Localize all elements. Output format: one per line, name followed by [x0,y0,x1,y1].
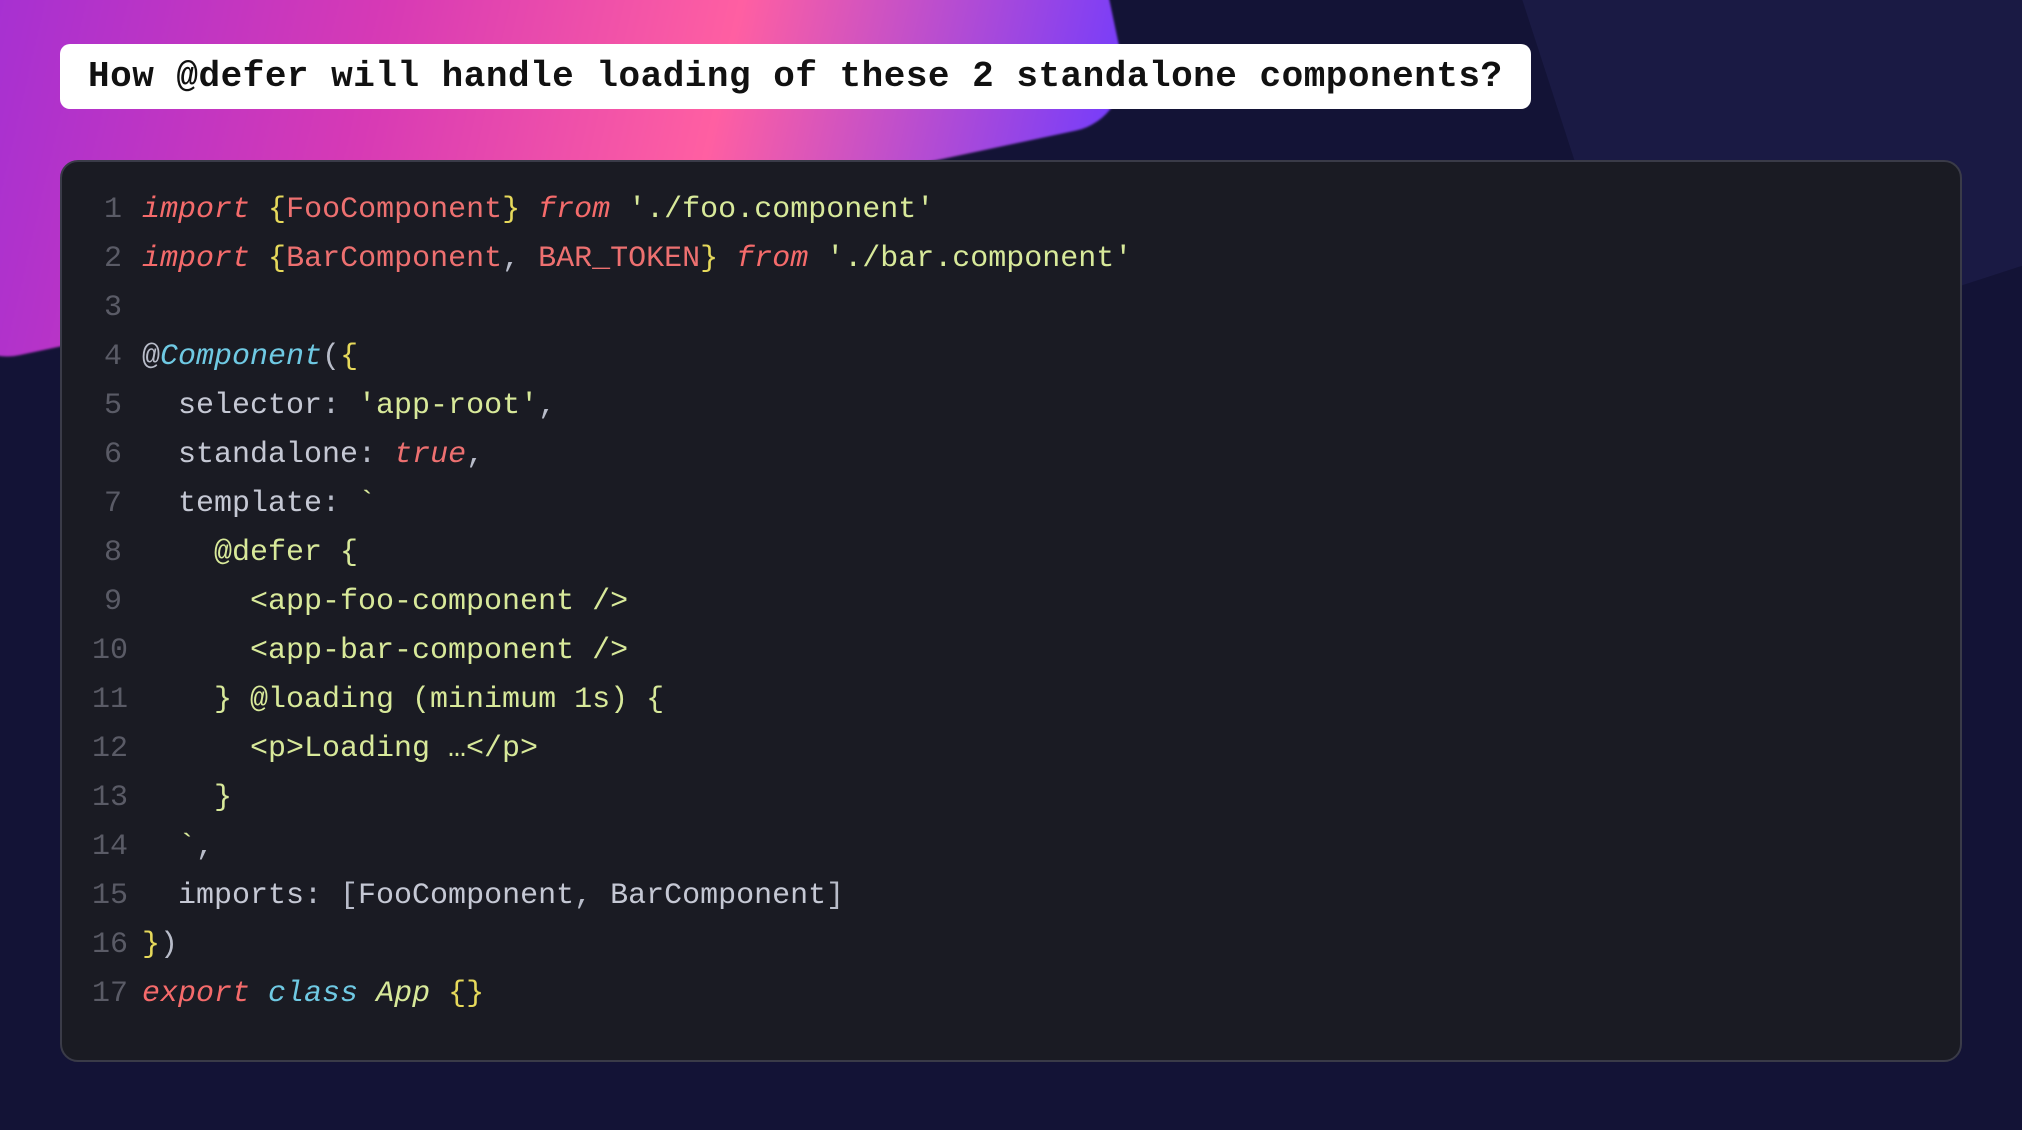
line-number: 15 [92,872,142,921]
code-content: }) [142,921,178,970]
code-content: import {FooComponent} from './foo.compon… [142,186,934,235]
code-line: 9 <app-foo-component /> [92,578,1930,627]
code-line: 12 <p>Loading …</p> [92,725,1930,774]
code-content: <app-foo-component /> [142,578,628,627]
line-number: 4 [92,333,142,382]
line-number: 1 [92,186,142,235]
code-line: 1import {FooComponent} from './foo.compo… [92,186,1930,235]
code-line: 2import {BarComponent, BAR_TOKEN} from '… [92,235,1930,284]
code-content: selector: 'app-root', [142,382,556,431]
code-line: 14 `, [92,823,1930,872]
code-block: 1import {FooComponent} from './foo.compo… [60,160,1962,1062]
line-number: 10 [92,627,142,676]
line-number: 12 [92,725,142,774]
code-line: 13 } [92,774,1930,823]
code-content: } @loading (minimum 1s) { [142,676,664,725]
code-content: standalone: true, [142,431,484,480]
code-line: 17export class App {} [92,970,1930,1019]
line-number: 5 [92,382,142,431]
line-number: 8 [92,529,142,578]
line-number: 11 [92,676,142,725]
line-number: 13 [92,774,142,823]
slide-title: How @defer will handle loading of these … [88,56,1503,97]
code-line: 5 selector: 'app-root', [92,382,1930,431]
line-number: 7 [92,480,142,529]
code-content: } [142,774,232,823]
line-number: 16 [92,921,142,970]
line-number: 6 [92,431,142,480]
line-number: 3 [92,284,142,333]
line-number: 14 [92,823,142,872]
code-line: 6 standalone: true, [92,431,1930,480]
code-content: imports: [FooComponent, BarComponent] [142,872,844,921]
code-line: 7 template: ` [92,480,1930,529]
code-content: `, [142,823,214,872]
code-line: 10 <app-bar-component /> [92,627,1930,676]
code-line: 16}) [92,921,1930,970]
code-line: 15 imports: [FooComponent, BarComponent] [92,872,1930,921]
code-line: 11 } @loading (minimum 1s) { [92,676,1930,725]
code-line: 8 @defer { [92,529,1930,578]
code-line: 4@Component({ [92,333,1930,382]
line-number: 17 [92,970,142,1019]
code-content: @defer { [142,529,358,578]
code-content: @Component({ [142,333,358,382]
line-number: 2 [92,235,142,284]
code-content: <app-bar-component /> [142,627,628,676]
code-content: template: ` [142,480,376,529]
slide-title-box: How @defer will handle loading of these … [60,44,1531,109]
line-number: 9 [92,578,142,627]
code-content: <p>Loading …</p> [142,725,538,774]
code-content: export class App {} [142,970,484,1019]
code-line: 3 [92,284,1930,333]
code-content: import {BarComponent, BAR_TOKEN} from '.… [142,235,1132,284]
